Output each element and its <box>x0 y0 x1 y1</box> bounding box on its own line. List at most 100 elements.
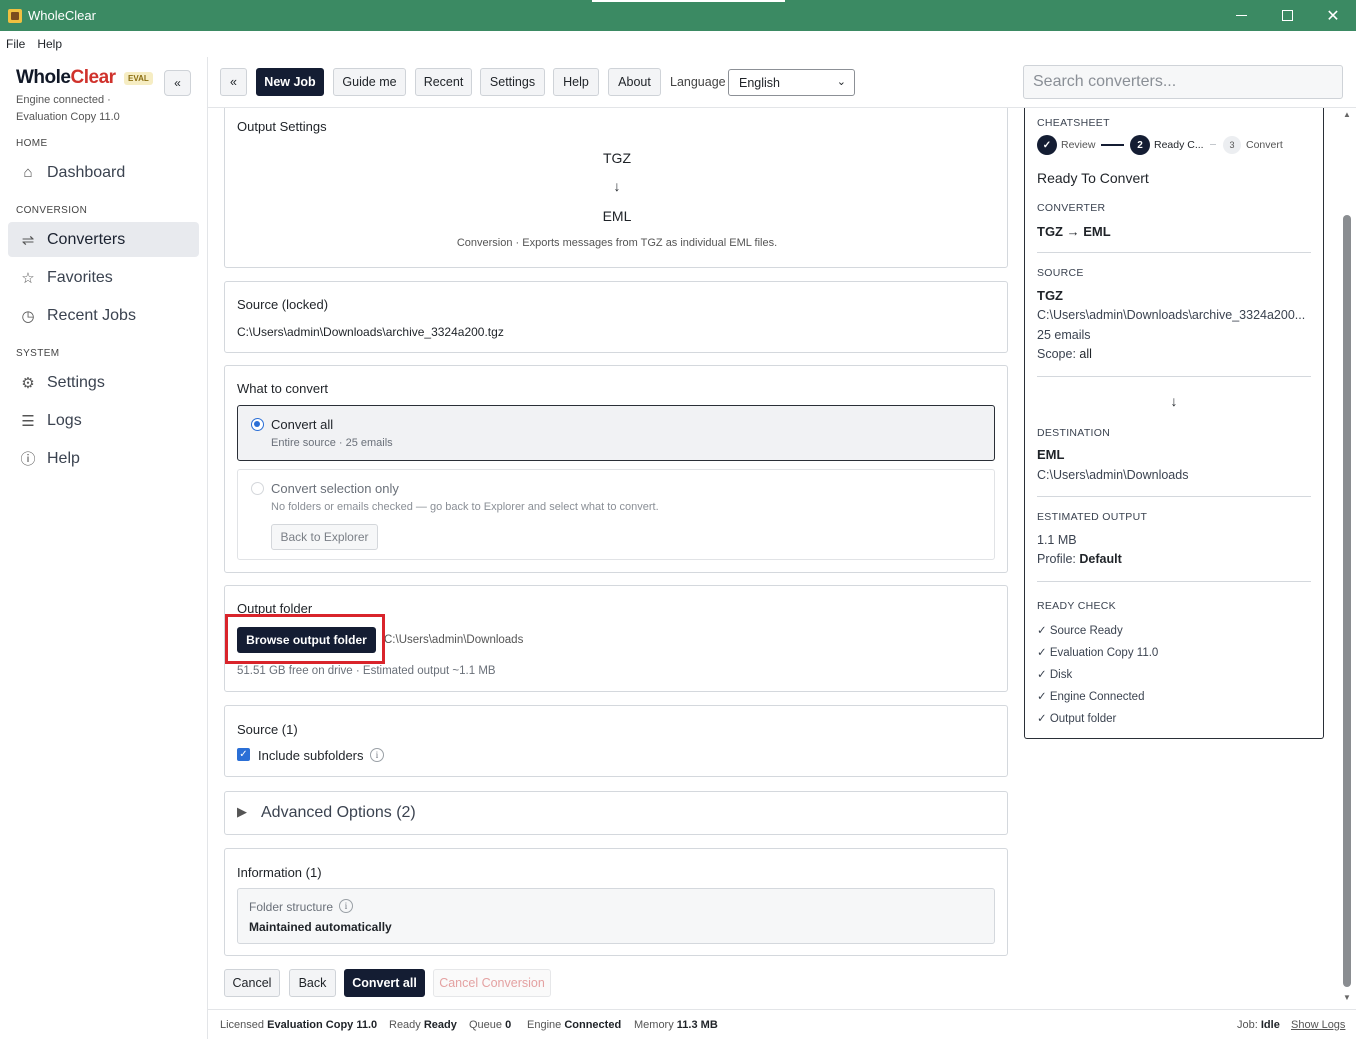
highlight-box <box>225 614 385 664</box>
language-select[interactable]: English ⌄ <box>728 69 855 96</box>
menu-help[interactable]: Help <box>31 37 68 51</box>
settings-button[interactable]: Settings <box>480 68 545 96</box>
back-button[interactable]: Back <box>289 969 336 997</box>
source-options-card: Source (1) ✓ Include subfolders i <box>224 705 1008 777</box>
star-icon: ☆ <box>21 269 35 287</box>
maximize-button[interactable] <box>1264 0 1310 31</box>
scrollbar-thumb[interactable] <box>1343 215 1351 987</box>
sidebar-item-settings[interactable]: ⚙ Settings <box>8 365 199 400</box>
source-format: TGZ <box>1037 288 1063 303</box>
ready-check-item: ✓ Engine Connected <box>1037 691 1145 703</box>
sidebar-item-label: Recent Jobs <box>47 306 136 324</box>
new-job-button[interactable]: New Job <box>256 68 324 96</box>
source-count: 25 emails <box>1037 328 1091 342</box>
step-convert-label: Convert <box>1246 139 1283 151</box>
source-format: TGZ <box>603 150 631 166</box>
sidebar-item-converters[interactable]: ⇌ Converters <box>8 222 199 257</box>
step-review-check-icon: ✓ <box>1037 135 1057 155</box>
scroll-down-icon[interactable]: ▼ <box>1341 993 1353 1005</box>
app-icon <box>8 8 22 23</box>
chevron-down-icon: ⌄ <box>836 76 846 88</box>
nav-section-system: SYSTEM <box>16 348 60 359</box>
folder-structure-label: Folder structure <box>249 900 334 914</box>
output-settings-card: Output Settings TGZ ↓ EML Conversion · E… <box>224 108 1008 268</box>
status-memory: Memory 11.3 MB <box>634 1019 718 1031</box>
status-licensed: Licensed Evaluation Copy 11.0 <box>220 1019 378 1031</box>
what-to-convert-title: What to convert <box>237 381 329 396</box>
arrow-down-icon: ↓ <box>1170 393 1178 409</box>
ready-check-item: ✓ Source Ready <box>1037 625 1123 637</box>
status-bar: Licensed Evaluation Copy 11.0 Ready Read… <box>208 1009 1356 1039</box>
conversion-description: Conversion · Exports messages from TGZ a… <box>456 237 778 249</box>
sidebar-item-favorites[interactable]: ☆ Favorites <box>8 260 199 295</box>
sidebar-item-logs[interactable]: ☰ Logs <box>8 403 199 438</box>
cancel-conversion-button: Cancel Conversion <box>433 969 551 997</box>
include-subfolders-label: Include subfolders <box>258 748 364 763</box>
close-button[interactable]: ✕ <box>1310 0 1356 31</box>
sidebar-item-recent-jobs[interactable]: ◷ Recent Jobs <box>8 298 199 333</box>
sidebar-item-label: Settings <box>47 373 105 391</box>
recent-button[interactable]: Recent <box>415 68 472 96</box>
minimize-button[interactable] <box>1218 0 1264 31</box>
information-title: Information (1) <box>237 865 322 880</box>
title-bar: WholeClear ✕ <box>0 0 1356 31</box>
output-folder-path: C:\Users\admin\Downloads <box>384 634 524 646</box>
advanced-options-title: Advanced Options (2) <box>261 804 416 821</box>
info-icon[interactable]: i <box>339 899 353 913</box>
cancel-button[interactable]: Cancel <box>224 969 280 997</box>
divider <box>1037 252 1311 253</box>
convert-selection-option: Convert selection only No folders or ema… <box>237 469 995 560</box>
source-path: C:\Users\admin\Downloads\archive_3324a20… <box>237 325 504 339</box>
convert-selection-label: Convert selection only <box>271 481 399 496</box>
include-subfolders-checkbox[interactable]: ✓ <box>237 748 250 761</box>
arrow-down-icon: ↓ <box>613 178 621 194</box>
sidebar: WholeClear EVAL « Engine connected · Eva… <box>0 57 208 1039</box>
toolbar-back-button[interactable]: « <box>220 68 247 96</box>
status-job: Job: Idle <box>1237 1019 1280 1031</box>
collapse-sidebar-button[interactable]: « <box>164 70 191 96</box>
main-content: Output Settings TGZ ↓ EML Conversion · E… <box>208 108 1020 1009</box>
maximize-icon <box>1281 10 1293 21</box>
source-options-title: Source (1) <box>237 722 298 737</box>
eval-badge: EVAL <box>124 72 153 85</box>
sidebar-item-label: Dashboard <box>47 163 126 181</box>
sidebar-item-label: Converters <box>47 230 126 248</box>
cheatsheet-title: CHEATSHEET <box>1037 117 1110 129</box>
convert-all-button[interactable]: Convert all <box>344 969 425 997</box>
help-button[interactable]: Help <box>553 68 599 96</box>
list-icon: ☰ <box>21 412 35 430</box>
advanced-options-card[interactable]: ▶ Advanced Options (2) <box>224 791 1008 835</box>
estimated-size: 1.1 MB <box>1037 533 1077 547</box>
source-locked-title: Source (locked) <box>237 297 329 312</box>
expand-triangle-icon: ▶ <box>237 804 247 819</box>
what-to-convert-card: What to convert Convert all Entire sourc… <box>224 365 1008 573</box>
about-button[interactable]: About <box>608 68 661 96</box>
back-to-explorer-button[interactable]: Back to Explorer <box>271 524 378 550</box>
nav-section-conversion: CONVERSION <box>16 205 88 216</box>
menu-file[interactable]: File <box>0 37 31 51</box>
status-ready: Ready Ready <box>389 1019 457 1031</box>
profile: Profile: Default <box>1037 552 1122 566</box>
info-icon[interactable]: i <box>370 748 384 762</box>
estimated-output-label: ESTIMATED OUTPUT <box>1037 511 1148 523</box>
toolbar: « New Job Guide me Recent Settings Help … <box>208 57 1356 108</box>
ready-check-label: READY CHECK <box>1037 600 1116 612</box>
convert-all-sub: Entire source · 25 emails <box>271 437 393 449</box>
search-input[interactable]: Search converters... <box>1023 65 1343 99</box>
sidebar-item-dashboard[interactable]: ⌂ Dashboard <box>8 155 199 190</box>
status-engine: Engine Connected <box>527 1019 622 1031</box>
sidebar-item-help[interactable]: ⓘ Help <box>8 441 199 476</box>
folder-structure-value: Maintained automatically <box>249 920 392 934</box>
status-queue: Queue 0 <box>469 1019 512 1031</box>
source-locked-card: Source (locked) C:\Users\admin\Downloads… <box>224 281 1008 353</box>
sidebar-item-label: Favorites <box>47 268 113 286</box>
step-connector <box>1101 144 1124 146</box>
guide-me-button[interactable]: Guide me <box>333 68 406 96</box>
scroll-up-icon[interactable]: ▲ <box>1341 110 1353 122</box>
convert-all-option[interactable]: Convert all Entire source · 25 emails <box>237 405 995 461</box>
ready-check-item: ✓ Output folder <box>1037 713 1117 725</box>
convert-all-radio[interactable] <box>251 418 264 431</box>
show-logs-link[interactable]: Show Logs <box>1291 1019 1345 1031</box>
converter-value: TGZ → EML <box>1037 224 1111 239</box>
title-bar-accent-strip <box>592 0 785 2</box>
